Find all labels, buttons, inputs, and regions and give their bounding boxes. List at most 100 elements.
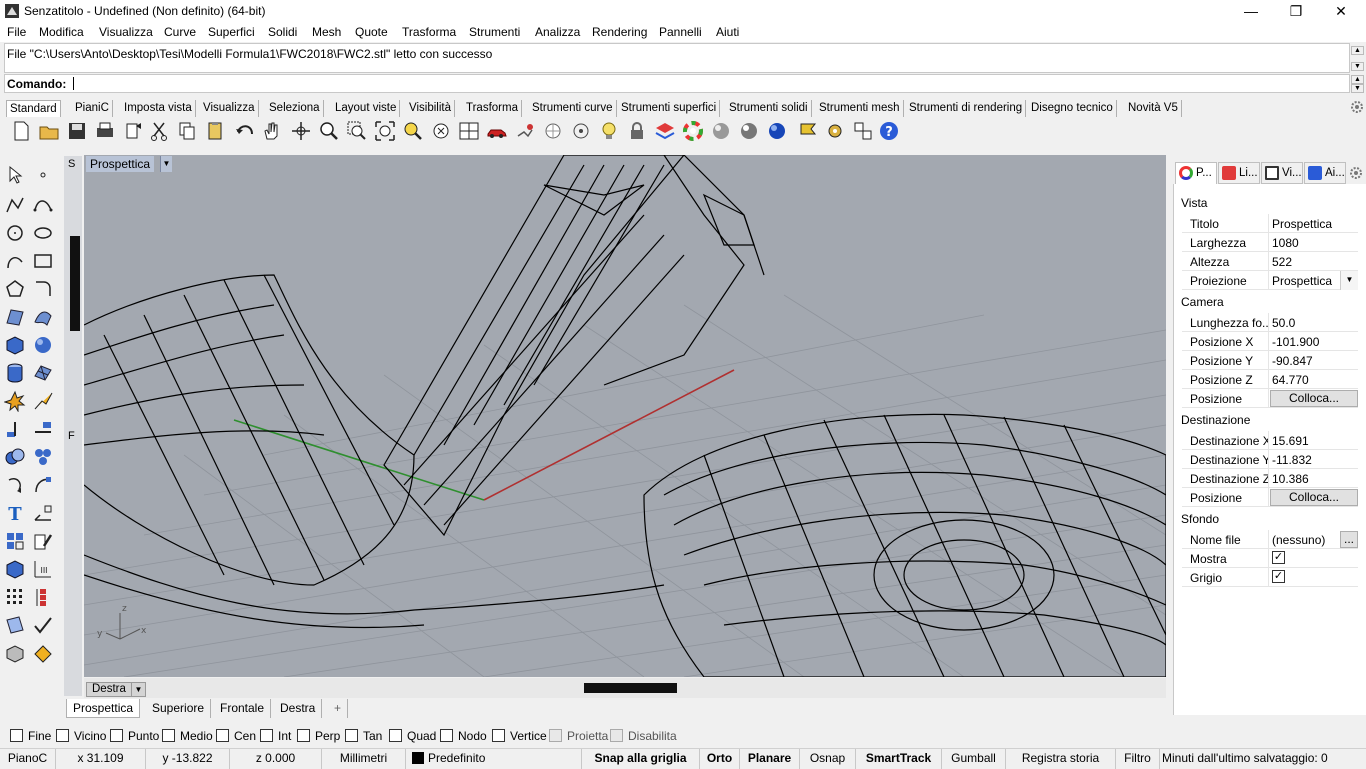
status-plane[interactable]: PianoC xyxy=(0,749,56,769)
render-sphere-icon[interactable] xyxy=(738,120,760,142)
checkbox[interactable] xyxy=(610,729,623,742)
status-layer[interactable]: Predefinito xyxy=(406,749,582,769)
tab-disegno-tecnico[interactable]: Disegno tecnico xyxy=(1028,100,1117,117)
text-icon[interactable]: T xyxy=(4,502,26,524)
osnap-int[interactable]: Int xyxy=(260,729,291,743)
checkbox[interactable] xyxy=(162,729,175,742)
osnap-vicino[interactable]: Vicino xyxy=(56,729,106,743)
checkbox[interactable] xyxy=(440,729,453,742)
menu-aiuti[interactable]: Aiuti xyxy=(716,25,739,39)
osnap-medio[interactable]: Medio xyxy=(162,729,213,743)
close-button[interactable]: ✕ xyxy=(1318,0,1364,22)
mostra-checkbox[interactable]: ✓ xyxy=(1272,551,1285,564)
box-solid-icon[interactable] xyxy=(4,334,26,356)
options-gear-icon[interactable] xyxy=(824,120,846,142)
checkbox[interactable] xyxy=(492,729,505,742)
arc-icon[interactable] xyxy=(4,250,26,272)
select-arrow-icon[interactable] xyxy=(4,164,26,186)
viewport-menu-dropdown[interactable]: ▼ xyxy=(160,156,172,172)
gear-icon[interactable] xyxy=(1350,100,1364,114)
curve-icon[interactable] xyxy=(32,194,54,216)
tab-prospettica[interactable]: Prospettica xyxy=(66,699,141,718)
grid-snap-icon[interactable]: III xyxy=(32,558,54,580)
light-bulb-icon[interactable] xyxy=(598,120,620,142)
checkmark-icon[interactable] xyxy=(32,614,54,636)
menu-mesh[interactable]: Mesh xyxy=(312,25,341,39)
osnap-icon[interactable] xyxy=(570,120,592,142)
camera-colloca-button[interactable]: Colloca... xyxy=(1270,390,1358,407)
tab-strumenti-rendering[interactable]: Strumenti di rendering xyxy=(906,100,1027,117)
move-icon[interactable] xyxy=(32,474,54,496)
restore-button[interactable]: ❐ xyxy=(1273,0,1319,22)
ellipse-icon[interactable] xyxy=(32,222,54,244)
menu-file[interactable]: File xyxy=(7,25,26,39)
toggle-filtro[interactable]: Filtro xyxy=(1116,749,1160,769)
zoom-icon[interactable] xyxy=(318,120,340,142)
secondary-viewport-dropdown[interactable]: ▼ xyxy=(131,682,145,697)
select-filter-icon[interactable] xyxy=(514,120,536,142)
zoom-extents-icon[interactable] xyxy=(374,120,396,142)
panel-gear-icon[interactable] xyxy=(1349,166,1363,180)
rotate-icon[interactable] xyxy=(4,474,26,496)
osnap-vertice[interactable]: Vertice xyxy=(492,729,547,743)
osnap-quad[interactable]: Quad xyxy=(389,729,436,743)
tab-help[interactable]: Ai... xyxy=(1304,162,1346,184)
trim-icon[interactable] xyxy=(32,390,54,412)
checkbox[interactable] xyxy=(10,729,23,742)
toggle-planare[interactable]: Planare xyxy=(740,749,800,769)
osnap-perp[interactable]: Perp xyxy=(297,729,340,743)
grigio-checkbox[interactable]: ✓ xyxy=(1272,570,1285,583)
toggle-registra-storia[interactable]: Registra storia xyxy=(1006,749,1116,769)
paste-icon[interactable] xyxy=(204,120,226,142)
tab-novita-v5[interactable]: Novità V5 xyxy=(1125,100,1182,117)
polyline-icon[interactable] xyxy=(4,194,26,216)
undo-view-icon[interactable] xyxy=(430,120,452,142)
car-icon[interactable] xyxy=(486,120,508,142)
osnap-disabilita[interactable]: Disabilita xyxy=(610,729,677,743)
viewport-canvas[interactable]: z x y xyxy=(84,155,1166,677)
sphere-solid-icon[interactable] xyxy=(32,334,54,356)
osnap-nodo[interactable]: Nodo xyxy=(440,729,487,743)
checkbox[interactable] xyxy=(549,729,562,742)
snap-point-icon[interactable] xyxy=(542,120,564,142)
toggle-smarttrack[interactable]: SmartTrack xyxy=(856,749,942,769)
print-icon[interactable] xyxy=(94,120,116,142)
tab-strumenti-superfici[interactable]: Strumenti superfici xyxy=(618,100,721,117)
tab-imposta-vista[interactable]: Imposta vista xyxy=(121,100,196,117)
status-units[interactable]: Millimetri xyxy=(322,749,406,769)
point-icon[interactable] xyxy=(32,164,54,186)
tab-destra[interactable]: Destra xyxy=(274,699,323,718)
shade-icon[interactable] xyxy=(4,642,26,664)
command-scroll-up[interactable]: ▲ xyxy=(1351,75,1364,84)
group-icon[interactable] xyxy=(4,530,26,552)
tab-frontale[interactable]: Frontale xyxy=(214,699,272,718)
add-viewport-tab-button[interactable]: + xyxy=(328,699,349,718)
row-proiezione[interactable]: Proiezione Prospettica ▼ xyxy=(1182,271,1358,290)
color-wheel-icon[interactable] xyxy=(682,120,704,142)
tab-trasforma[interactable]: Trasforma xyxy=(463,100,522,117)
tab-pianic[interactable]: PianiC xyxy=(72,100,113,117)
pan-hand-icon[interactable] xyxy=(260,120,282,142)
rotate-view-icon[interactable] xyxy=(290,120,312,142)
block-icon[interactable] xyxy=(4,558,26,580)
surface-icon[interactable] xyxy=(4,306,26,328)
circle-icon[interactable] xyxy=(4,222,26,244)
checkbox[interactable] xyxy=(110,729,123,742)
osnap-punto[interactable]: Punto xyxy=(110,729,159,743)
tab-strumenti-mesh[interactable]: Strumenti mesh xyxy=(816,100,904,117)
chevron-down-icon[interactable]: ▼ xyxy=(1340,271,1358,290)
menu-solidi[interactable]: Solidi xyxy=(268,25,297,39)
menu-analizza[interactable]: Analizza xyxy=(535,25,580,39)
destinazione-colloca-button[interactable]: Colloca... xyxy=(1270,489,1358,506)
toggle-osnap[interactable]: Osnap xyxy=(800,749,856,769)
rectangle-icon[interactable] xyxy=(32,250,54,272)
menu-trasforma[interactable]: Trasforma xyxy=(402,25,456,39)
menu-modifica[interactable]: Modifica xyxy=(39,25,84,39)
boolean-union-icon[interactable] xyxy=(4,446,26,468)
tab-viewports[interactable]: Vi... xyxy=(1261,162,1303,184)
copy-icon[interactable] xyxy=(176,120,198,142)
tab-visualizza[interactable]: Visualizza xyxy=(200,100,259,117)
boolean-split-icon[interactable] xyxy=(32,446,54,468)
osnap-tan[interactable]: Tan xyxy=(345,729,382,743)
explode-icon[interactable] xyxy=(4,390,26,412)
